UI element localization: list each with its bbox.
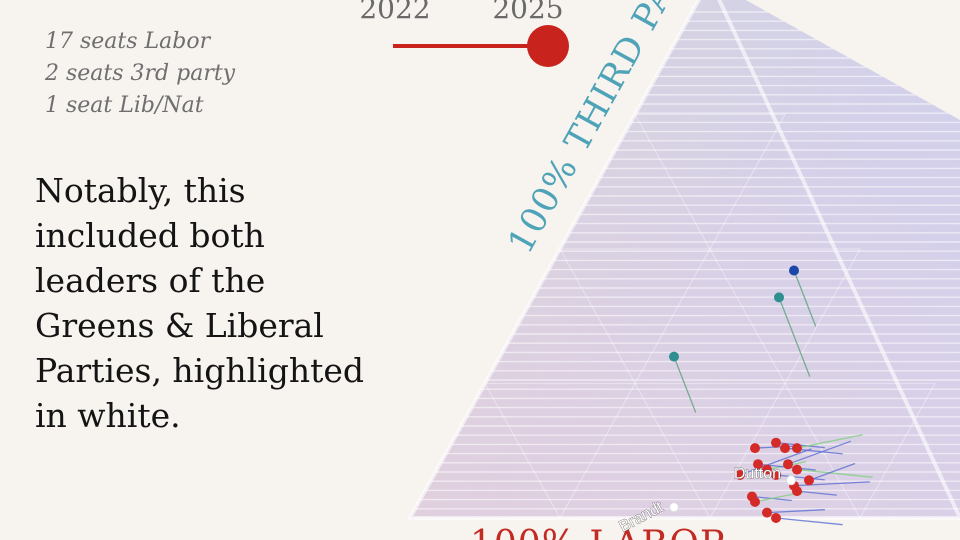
electorate-point-labor[interactable] <box>750 443 760 454</box>
electorate-point-labor[interactable] <box>771 437 781 448</box>
electorate-point-labor[interactable] <box>762 507 772 518</box>
narrative-text: Notably, this included both leaders of t… <box>35 171 365 435</box>
electorate-point-3rd-party[interactable] <box>669 351 679 362</box>
electorate-point-labor[interactable] <box>780 443 790 454</box>
electorate-point-labor[interactable] <box>792 464 802 475</box>
seat-summary-libnat: 1 seat Lib/Nat <box>45 93 204 118</box>
electorate-point-lib-nat[interactable] <box>789 265 799 276</box>
ternary-tint <box>410 0 960 518</box>
seat-summary-labor: 17 seats Labor <box>45 29 211 54</box>
electorate-point-labor[interactable] <box>771 513 781 523</box>
timeline-handle[interactable] <box>527 25 569 67</box>
electorate-point-labor[interactable] <box>750 496 760 507</box>
seat-summary: 17 seats Labor 2 seats 3rd party 1 seat … <box>45 26 235 122</box>
highlight-label-dutton: Dutton <box>734 465 781 482</box>
seat-summary-third-party: 2 seats 3rd party <box>45 61 236 86</box>
timeline-label-2025: 2025 <box>492 0 563 25</box>
axis-label-labor: 100% LABOR <box>470 524 728 540</box>
timeline-label-2022: 2022 <box>359 0 430 25</box>
highlight-point-dutton[interactable] <box>786 475 796 486</box>
year-timeline[interactable]: 2022 2025 <box>359 0 643 67</box>
highlight-point-brandt[interactable] <box>669 502 679 513</box>
electorate-point-labor[interactable] <box>792 486 802 497</box>
electorate-point-labor[interactable] <box>792 443 802 454</box>
electorate-point-labor[interactable] <box>783 459 793 470</box>
electorate-point-3rd-party[interactable] <box>774 292 784 303</box>
electorate-point-labor[interactable] <box>804 475 814 486</box>
